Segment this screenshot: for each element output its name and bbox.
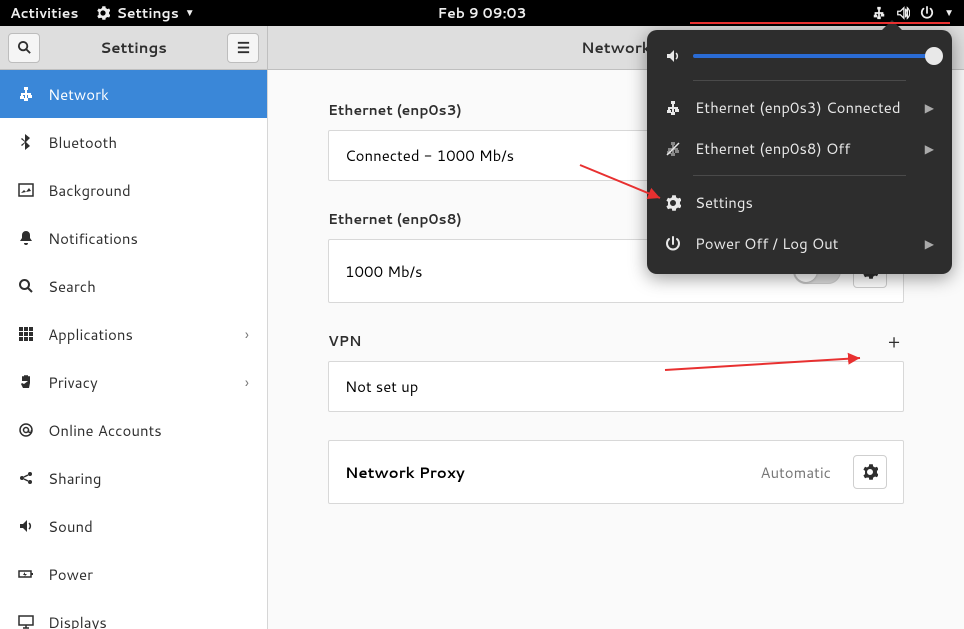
chevron-right-icon: ›	[245, 324, 249, 345]
speaker-icon	[665, 48, 681, 64]
panel-power[interactable]: Power Off / Log Out ▶	[665, 223, 934, 264]
panel-ethernet1-label: Ethernet (enp0s3) Connected	[695, 97, 901, 118]
sidebar-item-applications[interactable]: Applications ›	[0, 310, 267, 358]
vpn-row: Not set up	[328, 361, 904, 412]
sidebar-item-bluetooth[interactable]: Bluetooth	[0, 118, 267, 166]
bluetooth-icon	[18, 134, 34, 150]
panel-settings-label: Settings	[695, 192, 753, 213]
wired-icon	[665, 100, 681, 116]
sidebar-item-label: Background	[48, 180, 131, 201]
background-icon	[18, 182, 34, 198]
proxy-label: Network Proxy	[345, 462, 465, 483]
app-menu-label: Settings	[116, 3, 178, 23]
sidebar-item-label: Sound	[48, 516, 93, 537]
sidebar-item-search[interactable]: Search	[0, 262, 267, 310]
panel-ethernet2[interactable]: Ethernet (enp0s8) Off ▶	[665, 128, 934, 169]
separator	[693, 175, 906, 176]
volume-slider[interactable]	[693, 54, 934, 58]
vpn-label-text: VPN	[328, 331, 361, 351]
search-icon	[17, 40, 32, 55]
chevron-right-icon: ›	[245, 372, 249, 393]
speaker-icon	[18, 518, 34, 534]
share-icon	[18, 470, 34, 486]
sidebar-item-label: Power	[48, 564, 93, 585]
sidebar-item-sharing[interactable]: Sharing	[0, 454, 267, 502]
search-icon	[18, 278, 34, 294]
panel-ethernet2-label: Ethernet (enp0s8) Off	[695, 138, 850, 159]
power-icon	[665, 236, 681, 252]
chevron-right-icon: ▶	[925, 99, 934, 116]
sidebar-item-label: Bluetooth	[48, 132, 117, 153]
sidebar-item-privacy[interactable]: Privacy ›	[0, 358, 267, 406]
system-status-panel: Ethernet (enp0s3) Connected ▶ Ethernet (…	[647, 30, 952, 274]
sidebar-item-displays[interactable]: Displays	[0, 598, 267, 629]
activities-button[interactable]: Activities	[10, 3, 78, 23]
volume-icon	[896, 6, 910, 20]
bell-icon	[18, 230, 34, 246]
network-icon	[872, 6, 886, 20]
display-icon	[18, 614, 34, 629]
sidebar-item-label: Privacy	[48, 372, 98, 393]
grid-icon	[18, 326, 34, 342]
sidebar-item-background[interactable]: Background	[0, 166, 267, 214]
network-icon	[18, 86, 34, 102]
ethernet1-status: Connected - 1000 Mb/s	[345, 145, 514, 166]
volume-row	[665, 46, 934, 74]
hand-icon	[18, 374, 34, 390]
chevron-right-icon: ▶	[925, 140, 934, 157]
chevron-down-icon: ▼	[944, 6, 954, 20]
chevron-down-icon: ▼	[185, 6, 195, 20]
sidebar: Network Bluetooth Background Notificatio…	[0, 70, 268, 629]
menu-icon	[236, 40, 251, 55]
separator	[693, 80, 906, 81]
sidebar-item-network[interactable]: Network	[0, 70, 267, 118]
sidebar-title: Settings	[40, 37, 227, 58]
wired-off-icon	[665, 141, 681, 157]
sidebar-item-label: Notifications	[48, 228, 138, 249]
sidebar-item-label: Online Accounts	[48, 420, 162, 441]
gear-icon	[665, 195, 681, 211]
panel-power-label: Power Off / Log Out	[695, 233, 838, 254]
sidebar-item-label: Displays	[48, 612, 107, 629]
proxy-settings-button[interactable]	[853, 455, 887, 489]
sidebar-item-label: Network	[48, 84, 109, 105]
app-menu-button[interactable]: Settings ▼	[96, 3, 194, 23]
sidebar-item-power[interactable]: Power	[0, 550, 267, 598]
panel-ethernet1[interactable]: Ethernet (enp0s3) Connected ▶	[665, 87, 934, 128]
top-bar: Activities Settings ▼ Feb 9 09:03 ▼	[0, 0, 964, 26]
network-proxy-row[interactable]: Network Proxy Automatic	[328, 440, 904, 504]
chevron-right-icon: ▶	[925, 235, 934, 252]
hamburger-button[interactable]	[227, 33, 259, 63]
power-icon	[920, 6, 934, 20]
battery-icon	[18, 566, 34, 582]
search-button[interactable]	[8, 33, 40, 63]
sidebar-item-online-accounts[interactable]: Online Accounts	[0, 406, 267, 454]
vpn-add-button[interactable]: +	[884, 331, 904, 351]
sidebar-item-notifications[interactable]: Notifications	[0, 214, 267, 262]
gear-icon	[96, 6, 110, 20]
proxy-value: Automatic	[760, 462, 831, 483]
panel-settings[interactable]: Settings	[665, 182, 934, 223]
sidebar-item-label: Search	[48, 276, 96, 297]
at-icon	[18, 422, 34, 438]
gear-icon	[862, 464, 878, 480]
vpn-label: VPN +	[328, 331, 904, 351]
clock[interactable]: Feb 9 09:03	[437, 3, 526, 23]
sidebar-item-label: Sharing	[48, 468, 101, 489]
status-area[interactable]: ▼	[872, 6, 954, 20]
ethernet2-status: 1000 Mb/s	[345, 261, 422, 282]
sidebar-item-label: Applications	[48, 324, 133, 345]
vpn-status: Not set up	[345, 376, 418, 397]
sidebar-item-sound[interactable]: Sound	[0, 502, 267, 550]
